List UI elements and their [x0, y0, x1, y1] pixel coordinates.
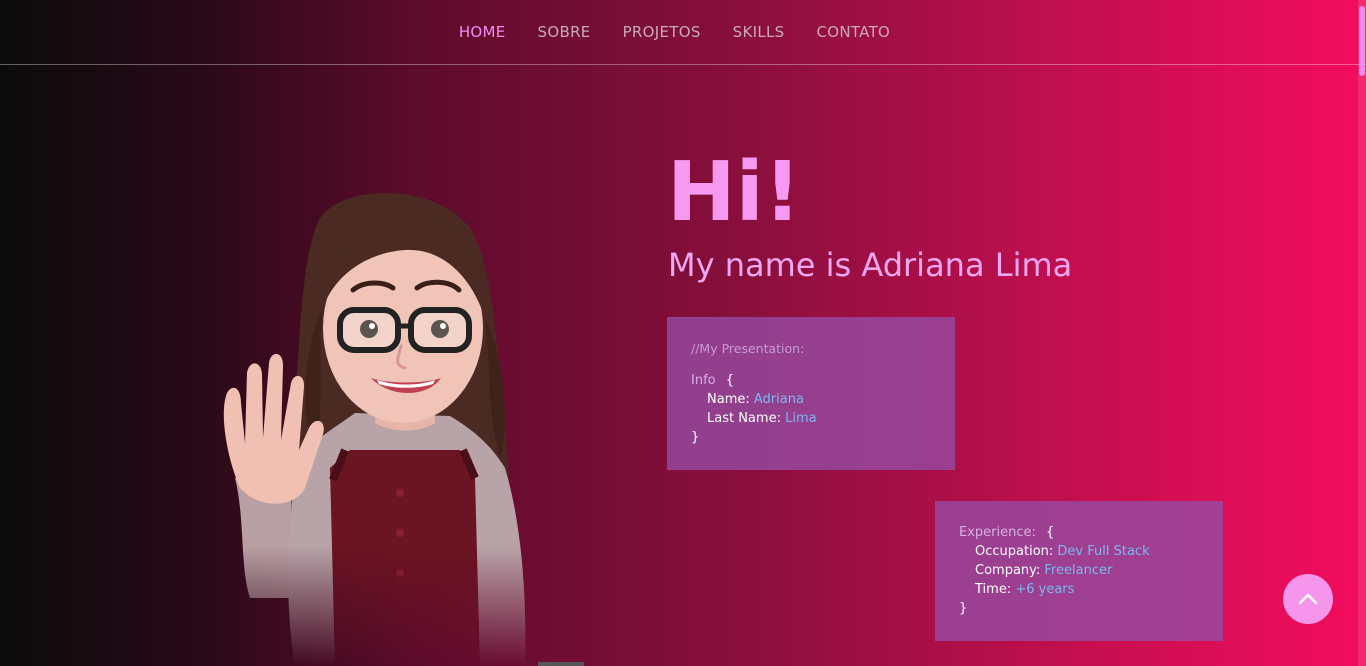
info-header: Info {	[691, 371, 931, 390]
name-label: Name:	[707, 392, 750, 407]
occupation-label: Occupation:	[975, 544, 1054, 559]
company-value: Freelancer	[1044, 563, 1113, 578]
experience-key: Experience:	[959, 525, 1036, 540]
chevron-up-icon	[1298, 593, 1318, 605]
nav-projetos-link[interactable]: PROJETOS	[623, 23, 701, 41]
main-navbar: HOME SOBRE PROJETOS SKILLS CONTATO	[0, 0, 1366, 65]
scrollbar-thumb[interactable]	[1359, 6, 1365, 76]
info-close-brace: }	[691, 430, 700, 445]
presentation-comment: //My Presentation:	[691, 341, 805, 356]
last-name-row: Last Name: Lima	[691, 409, 931, 428]
company-label: Company:	[975, 563, 1041, 578]
last-name-label: Last Name:	[707, 411, 781, 426]
bottom-indicator	[538, 662, 584, 666]
last-name-value: Lima	[785, 411, 817, 426]
presentation-card: //My Presentation: Info { Name: Adriana …	[667, 317, 955, 470]
occupation-row: Occupation: Dev Full Stack	[959, 542, 1199, 561]
page-scrollbar[interactable]	[1358, 0, 1366, 666]
hero-subtitle: My name is Adriana Lima	[668, 246, 1073, 284]
nav-home-link[interactable]: HOME	[459, 23, 506, 41]
avatar-waving-icon	[223, 192, 526, 666]
nav-skills-link[interactable]: SKILLS	[733, 23, 785, 41]
name-value: Adriana	[753, 392, 804, 407]
hero-greeting: Hi!	[667, 145, 802, 240]
company-row: Company: Freelancer	[959, 561, 1199, 580]
experience-open-brace: {	[1046, 525, 1055, 540]
info-key: Info	[691, 373, 716, 388]
experience-card: Experience: { Occupation: Dev Full Stack…	[935, 501, 1223, 641]
nav-sobre-link[interactable]: SOBRE	[538, 23, 591, 41]
avatar-illustration	[205, 188, 550, 666]
experience-header: Experience: {	[959, 523, 1199, 542]
occupation-value: Dev Full Stack	[1057, 544, 1150, 559]
time-row: Time: +6 years	[959, 580, 1199, 599]
experience-close-brace: }	[959, 601, 968, 616]
scroll-to-top-button[interactable]	[1283, 574, 1333, 624]
time-value: +6 years	[1015, 582, 1075, 597]
time-label: Time:	[975, 582, 1012, 597]
nav-contato-link[interactable]: CONTATO	[816, 23, 890, 41]
info-open-brace: {	[725, 373, 735, 388]
name-row: Name: Adriana	[691, 390, 931, 409]
